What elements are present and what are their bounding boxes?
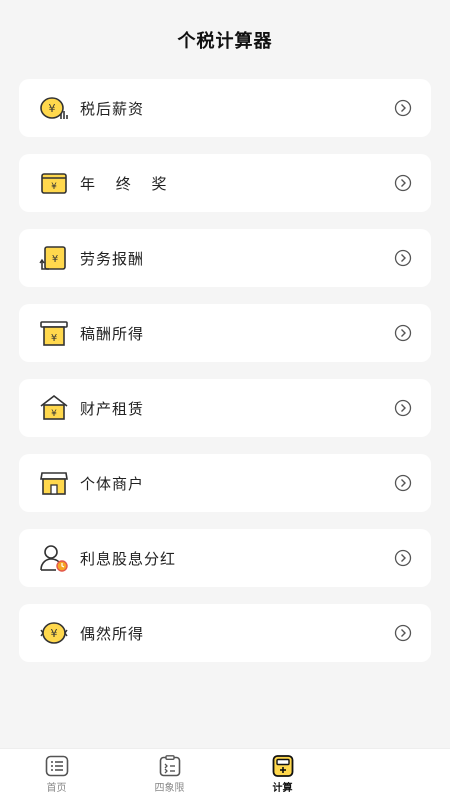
item-after-tax-salary[interactable]: ¥ 税后薪资 (19, 79, 431, 137)
tab-quadrant[interactable]: 四象限 (113, 749, 226, 801)
item-label: 财产租赁 (80, 399, 145, 418)
item-label: 稿酬所得 (80, 324, 145, 343)
chevron-right-icon (394, 99, 412, 117)
tab-home[interactable]: 首页 (0, 749, 113, 801)
item-label: 年 终 奖 (80, 174, 175, 193)
labor-remuneration-exchange-icon: ¥ (38, 242, 70, 274)
svg-text:¥: ¥ (51, 627, 58, 640)
quadrant-clipboard-icon (159, 755, 180, 777)
property-rental-house-icon: ¥ (38, 392, 70, 424)
tab-calculate[interactable]: 计算 (226, 749, 339, 801)
item-label: 偶然所得 (80, 624, 145, 643)
chevron-right-icon (394, 249, 412, 267)
page-title: 个税计算器 (177, 31, 273, 52)
chevron-right-icon (394, 324, 412, 342)
chevron-right-icon (394, 399, 412, 417)
interest-dividend-user-icon (38, 542, 70, 574)
salary-coin-icon: ¥ (38, 92, 70, 124)
item-interest-dividend[interactable]: 利息股息分红 (19, 529, 431, 587)
header: 个税计算器 (0, 0, 450, 80)
year-end-bonus-wallet-icon: ¥ (38, 167, 70, 199)
chevron-right-icon (394, 474, 412, 492)
item-label: 利息股息分红 (80, 549, 177, 568)
individual-business-store-icon (38, 467, 70, 499)
tab-label: 四象限 (154, 783, 185, 794)
item-individual-business[interactable]: 个体商户 (19, 454, 431, 512)
calculator-icon (272, 755, 293, 777)
chevron-right-icon (394, 549, 412, 567)
svg-text:¥: ¥ (49, 102, 56, 115)
chevron-right-icon (394, 624, 412, 642)
svg-text:¥: ¥ (51, 333, 57, 344)
chevron-right-icon (394, 174, 412, 192)
svg-text:¥: ¥ (51, 182, 57, 192)
item-property-rental[interactable]: ¥ 财产租赁 (19, 379, 431, 437)
manuscript-fee-icon: ¥ (38, 317, 70, 349)
item-labor-remuneration[interactable]: ¥ 劳务报酬 (19, 229, 431, 287)
tab-label: 计算 (272, 783, 293, 794)
item-label: 劳务报酬 (80, 249, 145, 268)
home-list-icon (45, 755, 68, 777)
item-manuscript-fee[interactable]: ¥ 稿酬所得 (19, 304, 431, 362)
calculator-list: ¥ 税后薪资 ¥ 年 终 奖 ¥ 劳务报酬 ¥ 稿酬所得 ¥ 财产租赁 个体商户… (19, 79, 431, 679)
incidental-income-coin-icon: ¥ (38, 617, 70, 649)
item-label: 税后薪资 (80, 99, 145, 118)
item-incidental-income[interactable]: ¥ 偶然所得 (19, 604, 431, 662)
svg-text:¥: ¥ (51, 409, 57, 419)
tab-label: 首页 (46, 783, 67, 794)
item-label: 个体商户 (80, 474, 145, 493)
svg-text:¥: ¥ (52, 254, 58, 265)
item-year-end-bonus[interactable]: ¥ 年 终 奖 (19, 154, 431, 212)
bottom-tab-bar: 首页 四象限 计算 (0, 748, 450, 801)
